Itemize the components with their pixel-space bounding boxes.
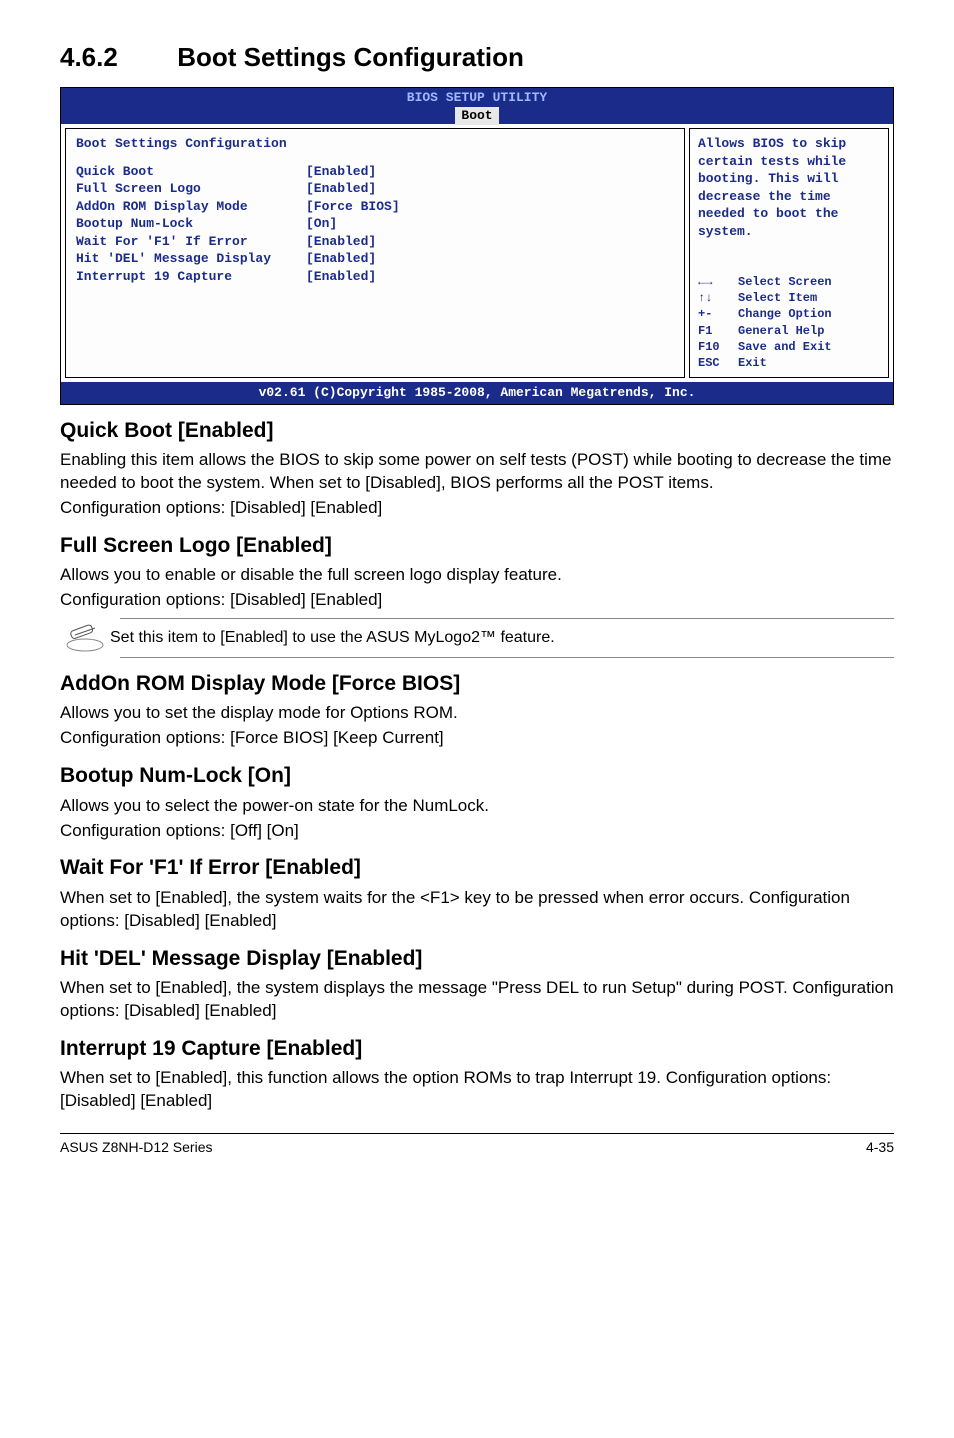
bios-nav-key: F1 xyxy=(698,323,738,339)
bios-nav-keys: ←→Select Screen↑↓Select Item+-Change Opt… xyxy=(698,274,880,371)
bios-nav-key: ESC xyxy=(698,355,738,371)
page-footer: ASUS Z8NH-D12 Series 4-35 xyxy=(60,1134,894,1157)
bios-nav-label: Change Option xyxy=(738,306,832,322)
bios-screenshot: BIOS SETUP UTILITY Boot Boot Settings Co… xyxy=(60,87,894,405)
text-numlock-1: Allows you to select the power-on state … xyxy=(60,795,894,818)
text-fsl-1: Allows you to enable or disable the full… xyxy=(60,564,894,587)
section-number: 4.6.2 xyxy=(60,40,170,75)
bios-nav-label: Select Screen xyxy=(738,274,832,290)
bios-setting-value: [Enabled] xyxy=(306,268,376,286)
bios-setting-key: Interrupt 19 Capture xyxy=(76,268,306,286)
bios-nav-label: Save and Exit xyxy=(738,339,832,355)
bios-nav-key: ←→ xyxy=(698,274,738,290)
bios-setting-row[interactable]: Wait For 'F1' If Error[Enabled] xyxy=(76,233,674,251)
heading-hit-del: Hit 'DEL' Message Display [Enabled] xyxy=(60,945,894,973)
bios-setting-row[interactable]: Interrupt 19 Capture[Enabled] xyxy=(76,268,674,286)
bios-header: BIOS SETUP UTILITY Boot xyxy=(61,88,893,124)
heading-wait-f1: Wait For 'F1' If Error [Enabled] xyxy=(60,854,894,882)
bios-title: BIOS SETUP UTILITY xyxy=(61,89,893,107)
bios-setting-key: Wait For 'F1' If Error xyxy=(76,233,306,251)
bios-setting-row[interactable]: AddOn ROM Display Mode[Force BIOS] xyxy=(76,198,674,216)
pencil-icon xyxy=(60,623,110,653)
bios-nav-label: Select Item xyxy=(738,290,817,306)
bios-setting-key: AddOn ROM Display Mode xyxy=(76,198,306,216)
bios-nav-label: Exit xyxy=(738,355,767,371)
heading-full-screen-logo: Full Screen Logo [Enabled] xyxy=(60,532,894,560)
heading-bootup-numlock: Bootup Num-Lock [On] xyxy=(60,762,894,790)
text-addon-2: Configuration options: [Force BIOS] [Kee… xyxy=(60,727,894,750)
bios-setting-value: [Force BIOS] xyxy=(306,198,400,216)
bios-help-panel: Allows BIOS to skip certain tests while … xyxy=(689,128,889,378)
bios-setting-value: [On] xyxy=(306,215,337,233)
bios-nav-row: ESCExit xyxy=(698,355,880,371)
bios-panel-title: Boot Settings Configuration xyxy=(76,135,674,153)
text-hitdel: When set to [Enabled], the system displa… xyxy=(60,977,894,1023)
heading-interrupt19: Interrupt 19 Capture [Enabled] xyxy=(60,1035,894,1063)
bios-nav-key: +- xyxy=(698,306,738,322)
text-numlock-2: Configuration options: [Off] [On] xyxy=(60,820,894,843)
bios-setting-row[interactable]: Full Screen Logo[Enabled] xyxy=(76,180,674,198)
bios-setting-row[interactable]: Hit 'DEL' Message Display[Enabled] xyxy=(76,250,674,268)
bios-setting-value: [Enabled] xyxy=(306,180,376,198)
heading-quick-boot: Quick Boot [Enabled] xyxy=(60,417,894,445)
bios-setting-row[interactable]: Bootup Num-Lock[On] xyxy=(76,215,674,233)
bios-setting-key: Quick Boot xyxy=(76,163,306,181)
footer-right: 4-35 xyxy=(866,1138,894,1157)
bios-nav-row: ↑↓Select Item xyxy=(698,290,880,306)
bios-help-text: Allows BIOS to skip certain tests while … xyxy=(698,135,880,240)
bios-setting-key: Full Screen Logo xyxy=(76,180,306,198)
bios-setting-key: Hit 'DEL' Message Display xyxy=(76,250,306,268)
bios-setting-value: [Enabled] xyxy=(306,163,376,181)
text-waitf1: When set to [Enabled], the system waits … xyxy=(60,887,894,933)
bios-nav-key: F10 xyxy=(698,339,738,355)
bios-setting-value: [Enabled] xyxy=(306,250,376,268)
text-quick-boot-2: Configuration options: [Disabled] [Enabl… xyxy=(60,497,894,520)
bios-nav-label: General Help xyxy=(738,323,824,339)
bios-settings-panel: Boot Settings Configuration Quick Boot[E… xyxy=(65,128,685,378)
bios-nav-row: F1General Help xyxy=(698,323,880,339)
bios-nav-key: ↑↓ xyxy=(698,290,738,306)
bios-nav-row: F10Save and Exit xyxy=(698,339,880,355)
bios-setting-row[interactable]: Quick Boot[Enabled] xyxy=(76,163,674,181)
bios-footer: v02.61 (C)Copyright 1985-2008, American … xyxy=(61,382,893,404)
text-quick-boot-1: Enabling this item allows the BIOS to sk… xyxy=(60,449,894,495)
heading-addon-rom: AddOn ROM Display Mode [Force BIOS] xyxy=(60,670,894,698)
text-int19: When set to [Enabled], this function all… xyxy=(60,1067,894,1113)
section-title: Boot Settings Configuration xyxy=(177,42,524,72)
bios-setting-value: [Enabled] xyxy=(306,233,376,251)
bios-nav-row: ←→Select Screen xyxy=(698,274,880,290)
section-heading: 4.6.2 Boot Settings Configuration xyxy=(60,40,894,75)
text-fsl-2: Configuration options: [Disabled] [Enabl… xyxy=(60,589,894,612)
footer-left: ASUS Z8NH-D12 Series xyxy=(60,1138,213,1157)
note-text: Set this item to [Enabled] to use the AS… xyxy=(110,627,555,649)
bios-nav-row: +-Change Option xyxy=(698,306,880,322)
text-addon-1: Allows you to set the display mode for O… xyxy=(60,702,894,725)
bios-setting-key: Bootup Num-Lock xyxy=(76,215,306,233)
note-mylogo: Set this item to [Enabled] to use the AS… xyxy=(120,618,894,658)
bios-tab-boot[interactable]: Boot xyxy=(455,107,498,125)
